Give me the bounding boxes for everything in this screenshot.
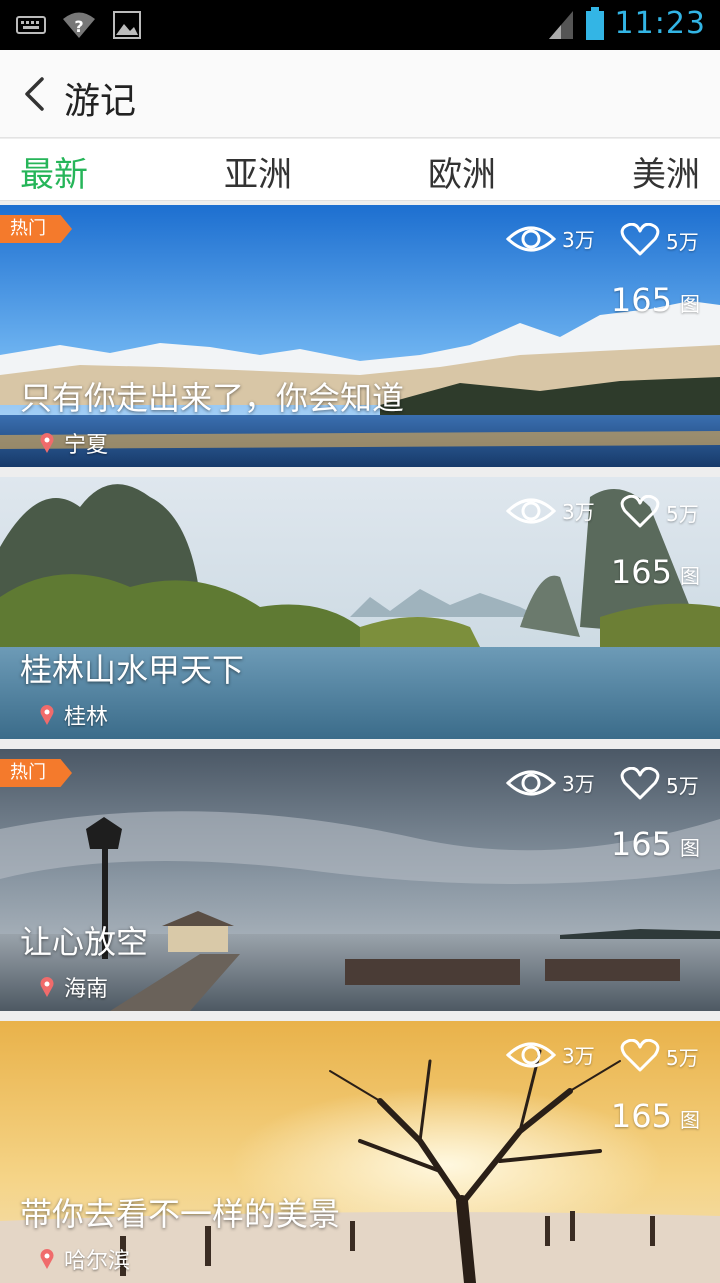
photo-count: 165 图	[611, 553, 700, 591]
photo-count-value: 165	[610, 281, 672, 319]
keyboard-icon	[16, 16, 46, 34]
like-count-value: 5万	[666, 1046, 699, 1070]
location-name: 宁夏	[64, 433, 109, 458]
photo-count: 165 图	[611, 281, 700, 319]
card-title: 桂林山水甲天下	[20, 651, 245, 689]
heart-icon	[620, 1039, 660, 1072]
travel-card[interactable]: 热门 3万 5万 165 图 只有你走出来了，你会知道 宁夏	[0, 205, 720, 467]
status-bar: ? 11:23	[0, 0, 720, 50]
photo-count-value: 165	[610, 1097, 672, 1135]
photo-count-unit: 图	[680, 1108, 700, 1132]
eye-icon	[506, 1042, 556, 1068]
like-count-value: 5万	[666, 502, 699, 526]
tab-europe[interactable]: 欧洲	[428, 147, 496, 196]
view-count-value: 3万	[562, 228, 595, 252]
location-name: 海南	[64, 977, 109, 1002]
like-count-value: 5万	[666, 774, 699, 798]
view-count: 3万	[506, 767, 595, 799]
view-count: 3万	[506, 495, 595, 527]
tab-asia[interactable]: 亚洲	[224, 147, 292, 196]
location-pin-icon	[40, 705, 54, 725]
card-location: 桂林	[40, 699, 108, 731]
category-tabs: 最新 亚洲 欧洲 美洲	[0, 139, 720, 201]
hot-badge: 热门	[0, 759, 72, 787]
like-count[interactable]: 5万	[620, 495, 699, 529]
heart-icon	[620, 495, 660, 528]
photo-count: 165 图	[611, 1097, 700, 1135]
eye-icon	[506, 498, 556, 524]
status-bar-right: 11:23	[547, 6, 706, 41]
hot-badge: 热门	[0, 215, 72, 243]
signal-icon	[548, 10, 573, 39]
card-title: 带你去看不一样的美景	[20, 1195, 341, 1233]
clock: 11:23	[614, 6, 706, 41]
status-bar-left: ?	[16, 10, 142, 40]
tab-latest[interactable]: 最新	[20, 147, 88, 196]
svg-text:?: ?	[74, 17, 83, 36]
image-icon	[113, 11, 141, 39]
photo-count-unit: 图	[680, 292, 700, 316]
page-title: 游记	[64, 81, 137, 122]
photo-count-unit: 图	[680, 836, 700, 860]
heart-icon	[620, 767, 660, 800]
card-location: 海南	[40, 971, 108, 1003]
like-count-value: 5万	[666, 230, 699, 254]
card-title: 让心放空	[20, 923, 149, 961]
view-count-value: 3万	[562, 1044, 595, 1068]
location-name: 桂林	[64, 705, 109, 730]
location-name: 哈尔滨	[64, 1249, 131, 1274]
app-header: 游记	[0, 50, 720, 138]
view-count-value: 3万	[562, 772, 595, 796]
photo-count-value: 165	[610, 825, 672, 863]
like-count[interactable]: 5万	[620, 223, 699, 257]
like-count[interactable]: 5万	[620, 767, 699, 801]
eye-icon	[506, 226, 556, 252]
location-pin-icon	[40, 433, 54, 453]
view-count: 3万	[506, 1039, 595, 1071]
travel-card[interactable]: 3万 5万 165 图 带你去看不一样的美景 哈尔滨	[0, 1021, 720, 1283]
wifi-question-icon: ?	[63, 12, 95, 38]
tab-america[interactable]: 美洲	[632, 147, 700, 196]
location-pin-icon	[40, 977, 54, 997]
chevron-left-icon	[25, 77, 44, 111]
card-title: 只有你走出来了，你会知道	[20, 379, 405, 417]
card-location: 宁夏	[40, 427, 108, 459]
heart-icon	[620, 223, 660, 256]
location-pin-icon	[40, 1249, 54, 1269]
view-count: 3万	[506, 223, 595, 255]
card-location: 哈尔滨	[40, 1243, 130, 1275]
photo-count-unit: 图	[680, 564, 700, 588]
travel-card[interactable]: 热门 3万 5万 165 图 让心放空 海南	[0, 749, 720, 1011]
view-count-value: 3万	[562, 500, 595, 524]
like-count[interactable]: 5万	[620, 1039, 699, 1073]
photo-count-value: 165	[610, 553, 672, 591]
photo-count: 165 图	[611, 825, 700, 863]
eye-icon	[506, 770, 556, 796]
back-button[interactable]	[14, 74, 54, 114]
travel-card[interactable]: 3万 5万 165 图 桂林山水甲天下 桂林	[0, 477, 720, 739]
battery-icon	[585, 6, 604, 40]
